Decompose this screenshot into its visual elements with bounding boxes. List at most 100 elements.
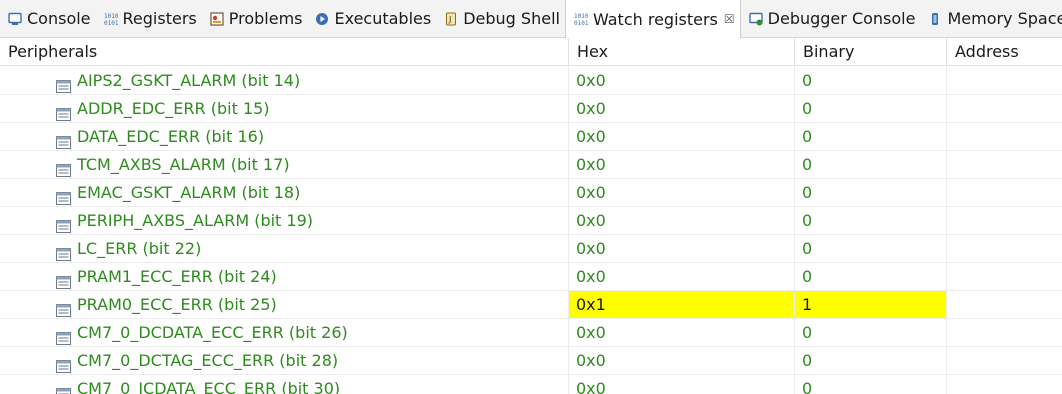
tab-registers[interactable]: 1010 0101 Registers <box>96 0 202 37</box>
table-row[interactable]: CM7_0_ICDATA_ECC_ERR (bit 30) 0x0 0 <box>0 375 1062 394</box>
tab-debugger-console[interactable]: Debugger Console <box>741 0 921 37</box>
close-icon[interactable]: ☒ <box>724 12 735 26</box>
tab-problems[interactable]: Problems <box>202 0 308 37</box>
register-field-name: PRAM0_ECC_ERR (bit 25) <box>77 295 277 314</box>
binary-value-cell[interactable]: 0 <box>795 319 947 346</box>
registers-icon: 1010 0101 <box>104 12 118 26</box>
tab-label: Console <box>27 9 91 28</box>
column-header-hex[interactable]: Hex <box>569 38 795 66</box>
address-value-cell[interactable] <box>947 179 1062 206</box>
hex-value-cell[interactable]: 0x0 <box>569 319 795 346</box>
hex-value-cell[interactable]: 0x0 <box>569 123 795 150</box>
address-value-cell[interactable] <box>947 151 1062 178</box>
hex-value-cell[interactable]: 0x0 <box>569 179 795 206</box>
register-field-name: EMAC_GSKT_ALARM (bit 18) <box>77 183 301 202</box>
address-value-cell[interactable] <box>947 263 1062 290</box>
svg-text:1010: 1010 <box>104 13 118 20</box>
hex-value-cell[interactable]: 0x0 <box>569 263 795 290</box>
binary-value-cell[interactable]: 0 <box>795 151 947 178</box>
binary-value-cell[interactable]: 0 <box>795 347 947 374</box>
table-row[interactable]: DATA_EDC_ERR (bit 16) 0x0 0 <box>0 123 1062 151</box>
register-field-cell[interactable]: PERIPH_AXBS_ALARM (bit 19) <box>0 207 569 234</box>
table-row[interactable]: PRAM1_ECC_ERR (bit 24) 0x0 0 <box>0 263 1062 291</box>
hex-value-cell[interactable]: 0x0 <box>569 207 795 234</box>
table-row[interactable]: EMAC_GSKT_ALARM (bit 18) 0x0 0 <box>0 179 1062 207</box>
binary-value-cell[interactable]: 0 <box>795 207 947 234</box>
register-field-cell[interactable]: DATA_EDC_ERR (bit 16) <box>0 123 569 150</box>
register-field-name: PERIPH_AXBS_ALARM (bit 19) <box>77 211 314 230</box>
binary-value-cell[interactable]: 0 <box>795 95 947 122</box>
register-field-cell[interactable]: PRAM1_ECC_ERR (bit 24) <box>0 263 569 290</box>
hex-value-cell[interactable]: 0x0 <box>569 375 795 394</box>
register-field-icon <box>56 158 71 177</box>
table-row[interactable]: ADDR_EDC_ERR (bit 15) 0x0 0 <box>0 95 1062 123</box>
table-row[interactable]: CM7_0_DCTAG_ECC_ERR (bit 28) 0x0 0 <box>0 347 1062 375</box>
table-row[interactable]: CM7_0_DCDATA_ECC_ERR (bit 26) 0x0 0 <box>0 319 1062 347</box>
address-value-cell[interactable] <box>947 291 1062 318</box>
svg-text:0101: 0101 <box>574 20 588 26</box>
register-field-cell[interactable]: AIPS2_GSKT_ALARM (bit 14) <box>0 67 569 94</box>
binary-value-cell[interactable]: 0 <box>795 123 947 150</box>
address-value-cell[interactable] <box>947 67 1062 94</box>
tab-label: Problems <box>228 9 303 28</box>
hex-value-cell[interactable]: 0x1 <box>569 291 795 318</box>
memory-spaces-icon <box>928 12 942 26</box>
address-value-cell[interactable] <box>947 235 1062 262</box>
watch-registers-icon: 1010 0101 <box>574 12 588 26</box>
table-row[interactable]: AIPS2_GSKT_ALARM (bit 14) 0x0 0 <box>0 67 1062 95</box>
table-row[interactable]: TCM_AXBS_ALARM (bit 17) 0x0 0 <box>0 151 1062 179</box>
register-field-cell[interactable]: TCM_AXBS_ALARM (bit 17) <box>0 151 569 178</box>
tab-executables[interactable]: Executables <box>307 0 436 37</box>
register-field-name: AIPS2_GSKT_ALARM (bit 14) <box>77 71 301 90</box>
hex-value-cell[interactable]: 0x0 <box>569 67 795 94</box>
binary-value-cell[interactable]: 0 <box>795 235 947 262</box>
register-field-cell[interactable]: CM7_0_DCTAG_ECC_ERR (bit 28) <box>0 347 569 374</box>
register-field-icon <box>56 270 71 289</box>
register-field-icon <box>56 242 71 261</box>
tab-memory-spaces[interactable]: Memory Spaces <box>920 0 1062 37</box>
debugger-console-icon <box>748 12 763 26</box>
register-field-name: ADDR_EDC_ERR (bit 15) <box>77 99 270 118</box>
register-field-cell[interactable]: CM7_0_DCDATA_ECC_ERR (bit 26) <box>0 319 569 346</box>
address-value-cell[interactable] <box>947 207 1062 234</box>
tab-debug-shell[interactable]: J Debug Shell <box>436 0 565 37</box>
register-field-name: DATA_EDC_ERR (bit 16) <box>77 127 265 146</box>
table-row[interactable]: PERIPH_AXBS_ALARM (bit 19) 0x0 0 <box>0 207 1062 235</box>
hex-value-cell[interactable]: 0x0 <box>569 235 795 262</box>
address-value-cell[interactable] <box>947 347 1062 374</box>
register-field-cell[interactable]: EMAC_GSKT_ALARM (bit 18) <box>0 179 569 206</box>
hex-value-cell[interactable]: 0x0 <box>569 347 795 374</box>
register-field-name: PRAM1_ECC_ERR (bit 24) <box>77 267 277 286</box>
view-tab-bar: Console 1010 0101 Registers Problems Exec… <box>0 0 1062 38</box>
binary-value-cell[interactable]: 0 <box>795 263 947 290</box>
table-body: AIPS2_GSKT_ALARM (bit 14) 0x0 0 ADDR_EDC_ER… <box>0 67 1062 394</box>
hex-value-cell[interactable]: 0x0 <box>569 95 795 122</box>
table-row[interactable]: PRAM0_ECC_ERR (bit 25) 0x1 1 <box>0 291 1062 319</box>
svg-text:0101: 0101 <box>104 20 118 26</box>
tab-console[interactable]: Console <box>0 0 96 37</box>
register-field-icon <box>56 298 71 317</box>
column-header-peripherals[interactable]: Peripherals <box>0 38 569 66</box>
register-field-cell[interactable]: PRAM0_ECC_ERR (bit 25) <box>0 291 569 318</box>
register-field-cell[interactable]: ADDR_EDC_ERR (bit 15) <box>0 95 569 122</box>
binary-value-cell[interactable]: 1 <box>795 291 947 318</box>
tab-label: Executables <box>334 9 432 28</box>
register-field-icon <box>56 354 71 373</box>
binary-value-cell[interactable]: 0 <box>795 67 947 94</box>
address-value-cell[interactable] <box>947 319 1062 346</box>
register-field-cell[interactable]: LC_ERR (bit 22) <box>0 235 569 262</box>
register-field-cell[interactable]: CM7_0_ICDATA_ECC_ERR (bit 30) <box>0 375 569 394</box>
hex-value-cell[interactable]: 0x0 <box>569 151 795 178</box>
address-value-cell[interactable] <box>947 375 1062 394</box>
binary-value-cell[interactable]: 0 <box>795 179 947 206</box>
tab-watch-registers[interactable]: 1010 0101 Watch registers ☒ <box>564 0 741 38</box>
binary-value-cell[interactable]: 0 <box>795 375 947 394</box>
column-header-address[interactable]: Address <box>947 38 1062 66</box>
address-value-cell[interactable] <box>947 123 1062 150</box>
table-row[interactable]: LC_ERR (bit 22) 0x0 0 <box>0 235 1062 263</box>
debug-shell-icon: J <box>444 12 458 26</box>
address-value-cell[interactable] <box>947 95 1062 122</box>
register-field-icon <box>56 214 71 233</box>
column-header-binary[interactable]: Binary <box>795 38 947 66</box>
svg-text:1010: 1010 <box>574 13 588 20</box>
